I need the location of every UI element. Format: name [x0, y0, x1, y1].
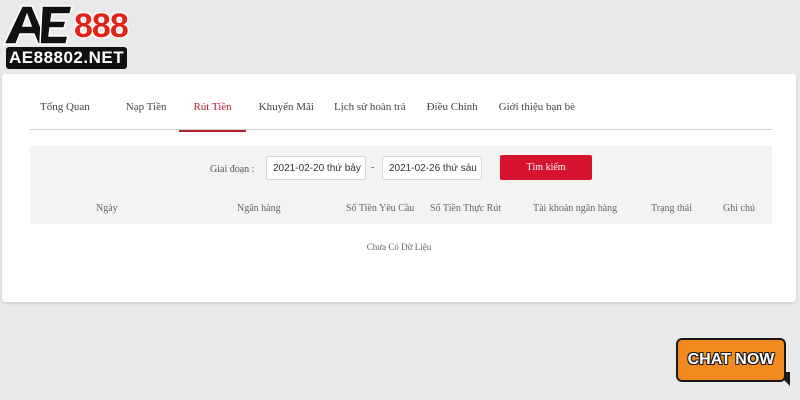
- brand-logo[interactable]: 888 AE88802.NET: [2, 2, 160, 72]
- column-header-bank-account: Tài khoản ngân hàng: [533, 203, 618, 214]
- period-label: Giai đoạn :: [210, 164, 255, 175]
- column-header-actual-amount: Số Tiền Thực Rút: [430, 203, 502, 214]
- column-header-bank: Ngân hàng: [237, 203, 281, 214]
- column-header-requested-amount: Số Tiền Yêu Cầu: [346, 203, 415, 214]
- tab-overview[interactable]: Tổng Quan: [40, 100, 90, 130]
- tab-deposit[interactable]: Nạp Tiền: [126, 100, 167, 130]
- date-from-input[interactable]: 2021-02-20 thứ bảy: [266, 156, 366, 180]
- date-separator: -: [371, 162, 375, 173]
- column-header-date: Ngày: [96, 203, 118, 214]
- tab-withdraw[interactable]: Rút Tiền: [179, 100, 246, 132]
- logo-number: 888: [74, 7, 129, 45]
- tab-promotions[interactable]: Khuyến Mãi: [259, 100, 314, 130]
- tab-referral[interactable]: Giới thiệu bạn bè: [499, 100, 575, 130]
- account-tabs: Tổng Quan Nạp Tiền Rút Tiền Khuyến Mãi L…: [30, 100, 772, 132]
- ae-logo-icon: [2, 5, 73, 45]
- date-to-input[interactable]: 2021-02-26 thứ sáu: [382, 156, 482, 180]
- filter-panel: Giai đoạn : 2021-02-20 thứ bảy - 2021-02…: [30, 146, 772, 224]
- tab-rebate-history[interactable]: Lịch sử hoàn trả: [334, 100, 406, 130]
- column-header-note: Ghi chú: [723, 203, 755, 214]
- tab-adjustment[interactable]: Điều Chỉnh: [427, 100, 478, 130]
- chat-now-button[interactable]: CHAT NOW: [676, 338, 790, 386]
- site-url: AE88802.NET: [6, 47, 128, 69]
- account-card: Tổng Quan Nạp Tiền Rút Tiền Khuyến Mãi L…: [2, 74, 796, 302]
- column-header-status: Trạng thái: [651, 203, 693, 214]
- empty-state: Chưa Có Dữ Liệu: [366, 242, 432, 252]
- search-button[interactable]: Tìm kiếm: [500, 155, 592, 180]
- chat-now-label: CHAT NOW: [676, 338, 786, 382]
